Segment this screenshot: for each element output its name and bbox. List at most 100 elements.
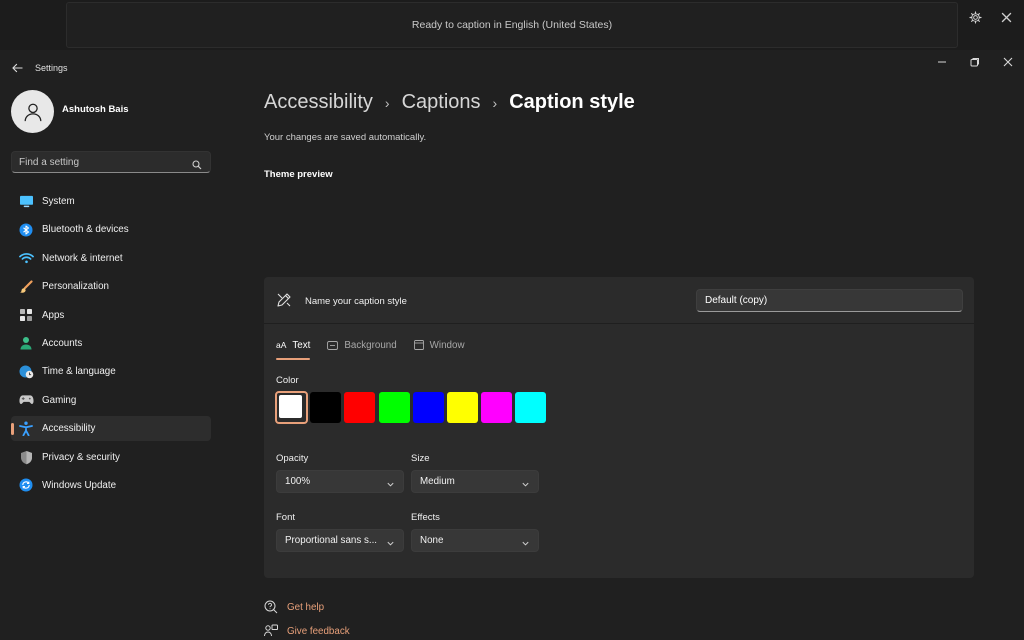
sidebar-item-label: Bluetooth & devices	[42, 224, 129, 236]
sidebar-item-label: Personalization	[42, 281, 109, 293]
effects-dropdown[interactable]: None	[411, 529, 539, 552]
sidebar-item-label: Accessibility	[42, 423, 96, 435]
apps-icon	[18, 307, 34, 323]
brush-icon	[18, 279, 34, 295]
sidebar-nav: System Bluetooth & devices Network & int…	[11, 189, 211, 501]
update-icon	[18, 477, 34, 493]
bluetooth-icon	[18, 222, 34, 238]
chevron-down-icon	[386, 535, 395, 553]
sidebar-item-label: Windows Update	[42, 479, 117, 491]
sidebar-item-network[interactable]: Network & internet	[11, 246, 211, 271]
name-style-label: Name your caption style	[305, 296, 407, 307]
system-icon	[18, 194, 34, 210]
color-swatch-cyan[interactable]	[515, 392, 547, 423]
sidebar: Ashutosh Bais System Bluetooth & devices…	[0, 82, 222, 640]
tab-label: Window	[429, 339, 465, 351]
effects-label: Effects	[411, 512, 440, 523]
chevron-down-icon	[521, 535, 530, 553]
tab-window[interactable]: Window	[413, 334, 465, 356]
background-icon	[327, 340, 339, 350]
title-bar: Settings	[0, 50, 1024, 82]
window-icon	[413, 340, 424, 350]
sidebar-item-apps[interactable]: Apps	[11, 303, 211, 328]
sidebar-item-gaming[interactable]: Gaming	[11, 388, 211, 413]
sidebar-item-label: System	[42, 196, 75, 207]
breadcrumb-chevron-icon: ›	[492, 94, 498, 111]
color-swatch-red[interactable]	[344, 392, 376, 423]
sidebar-item-accessibility[interactable]: Accessibility	[11, 416, 211, 442]
size-value: Medium	[420, 476, 455, 487]
color-swatch-blue[interactable]	[412, 392, 444, 423]
person-icon	[18, 335, 34, 351]
autosave-note: Your changes are saved automatically.	[264, 132, 427, 143]
search-input[interactable]	[19, 156, 187, 168]
font-value: Proportional sans s...	[285, 535, 378, 546]
theme-preview-heading: Theme preview	[264, 169, 333, 180]
sidebar-item-label: Gaming	[42, 394, 77, 406]
caption-style-card: Name your caption style aA Text Backgrou…	[264, 277, 974, 578]
globe-clock-icon	[18, 364, 34, 380]
effects-value: None	[420, 535, 444, 546]
search-icon[interactable]	[192, 157, 202, 175]
sidebar-item-personalization[interactable]: Personalization	[11, 274, 211, 299]
page-title: Caption style	[509, 91, 635, 113]
sidebar-item-system[interactable]: System	[11, 189, 211, 214]
font-dropdown[interactable]: Proportional sans s...	[276, 529, 404, 552]
tab-label: Background	[344, 339, 397, 351]
sidebar-item-accounts[interactable]: Accounts	[11, 331, 211, 356]
live-caption-bar: Ready to caption in English (United Stat…	[0, 0, 1024, 50]
chevron-down-icon	[521, 476, 530, 494]
caption-settings-gear-icon[interactable]	[966, 8, 984, 26]
get-help-link[interactable]: Get help	[264, 600, 324, 614]
size-dropdown[interactable]: Medium	[411, 470, 539, 493]
sidebar-item-time-language[interactable]: Time & language	[11, 359, 211, 384]
style-name-input[interactable]	[696, 289, 963, 312]
give-feedback-label[interactable]: Give feedback	[287, 626, 350, 637]
help-chat-icon	[264, 600, 278, 614]
text-aa-icon: aA	[276, 340, 287, 350]
selected-swatch-fill	[279, 395, 302, 418]
get-help-label[interactable]: Get help	[287, 602, 324, 613]
restore-icon[interactable]	[963, 54, 987, 70]
user-profile[interactable]: Ashutosh Bais	[11, 90, 129, 133]
breadcrumb-captions[interactable]: Captions	[402, 91, 481, 114]
minimize-icon[interactable]	[930, 54, 954, 70]
accessibility-icon	[18, 421, 34, 437]
size-label: Size	[411, 453, 430, 464]
color-swatch-black[interactable]	[310, 392, 342, 423]
tab-label: Text	[292, 339, 311, 351]
opacity-label: Opacity	[276, 453, 309, 464]
color-swatch-white[interactable]	[275, 391, 308, 424]
sidebar-item-bluetooth[interactable]: Bluetooth & devices	[11, 217, 211, 242]
tab-text[interactable]: aA Text	[276, 334, 311, 360]
caption-close-icon[interactable]	[997, 8, 1015, 26]
edit-pen-icon	[276, 292, 292, 308]
opacity-dropdown[interactable]: 100%	[276, 470, 404, 493]
back-arrow-icon[interactable]	[8, 60, 26, 76]
breadcrumb-chevron-icon: ›	[384, 94, 390, 111]
sidebar-item-label: Time & language	[42, 366, 116, 378]
chevron-down-icon	[386, 476, 395, 494]
give-feedback-link[interactable]: Give feedback	[264, 624, 350, 638]
color-label: Color	[276, 375, 299, 386]
tab-background[interactable]: Background	[327, 334, 397, 356]
sidebar-item-privacy-security[interactable]: Privacy & security	[11, 445, 211, 470]
close-icon[interactable]	[996, 54, 1020, 70]
color-swatch-magenta[interactable]	[481, 392, 513, 423]
sidebar-item-label: Privacy & security	[42, 451, 120, 463]
color-swatch-yellow[interactable]	[446, 392, 478, 423]
sidebar-item-label: Apps	[42, 309, 65, 321]
gamepad-icon	[18, 392, 34, 408]
color-swatch-green[interactable]	[378, 392, 410, 423]
wifi-icon	[18, 250, 34, 266]
opacity-value: 100%	[285, 476, 311, 487]
breadcrumb-accessibility[interactable]: Accessibility	[264, 91, 373, 114]
sidebar-item-label: Accounts	[42, 337, 83, 349]
main-content: Accessibility › Captions › Caption style…	[222, 82, 1024, 640]
search-box[interactable]	[11, 151, 211, 173]
color-swatches	[275, 391, 550, 424]
shield-icon	[18, 449, 34, 465]
sidebar-item-windows-update[interactable]: Windows Update	[11, 473, 211, 498]
feedback-icon	[264, 624, 278, 638]
app-title: Settings	[35, 63, 68, 73]
